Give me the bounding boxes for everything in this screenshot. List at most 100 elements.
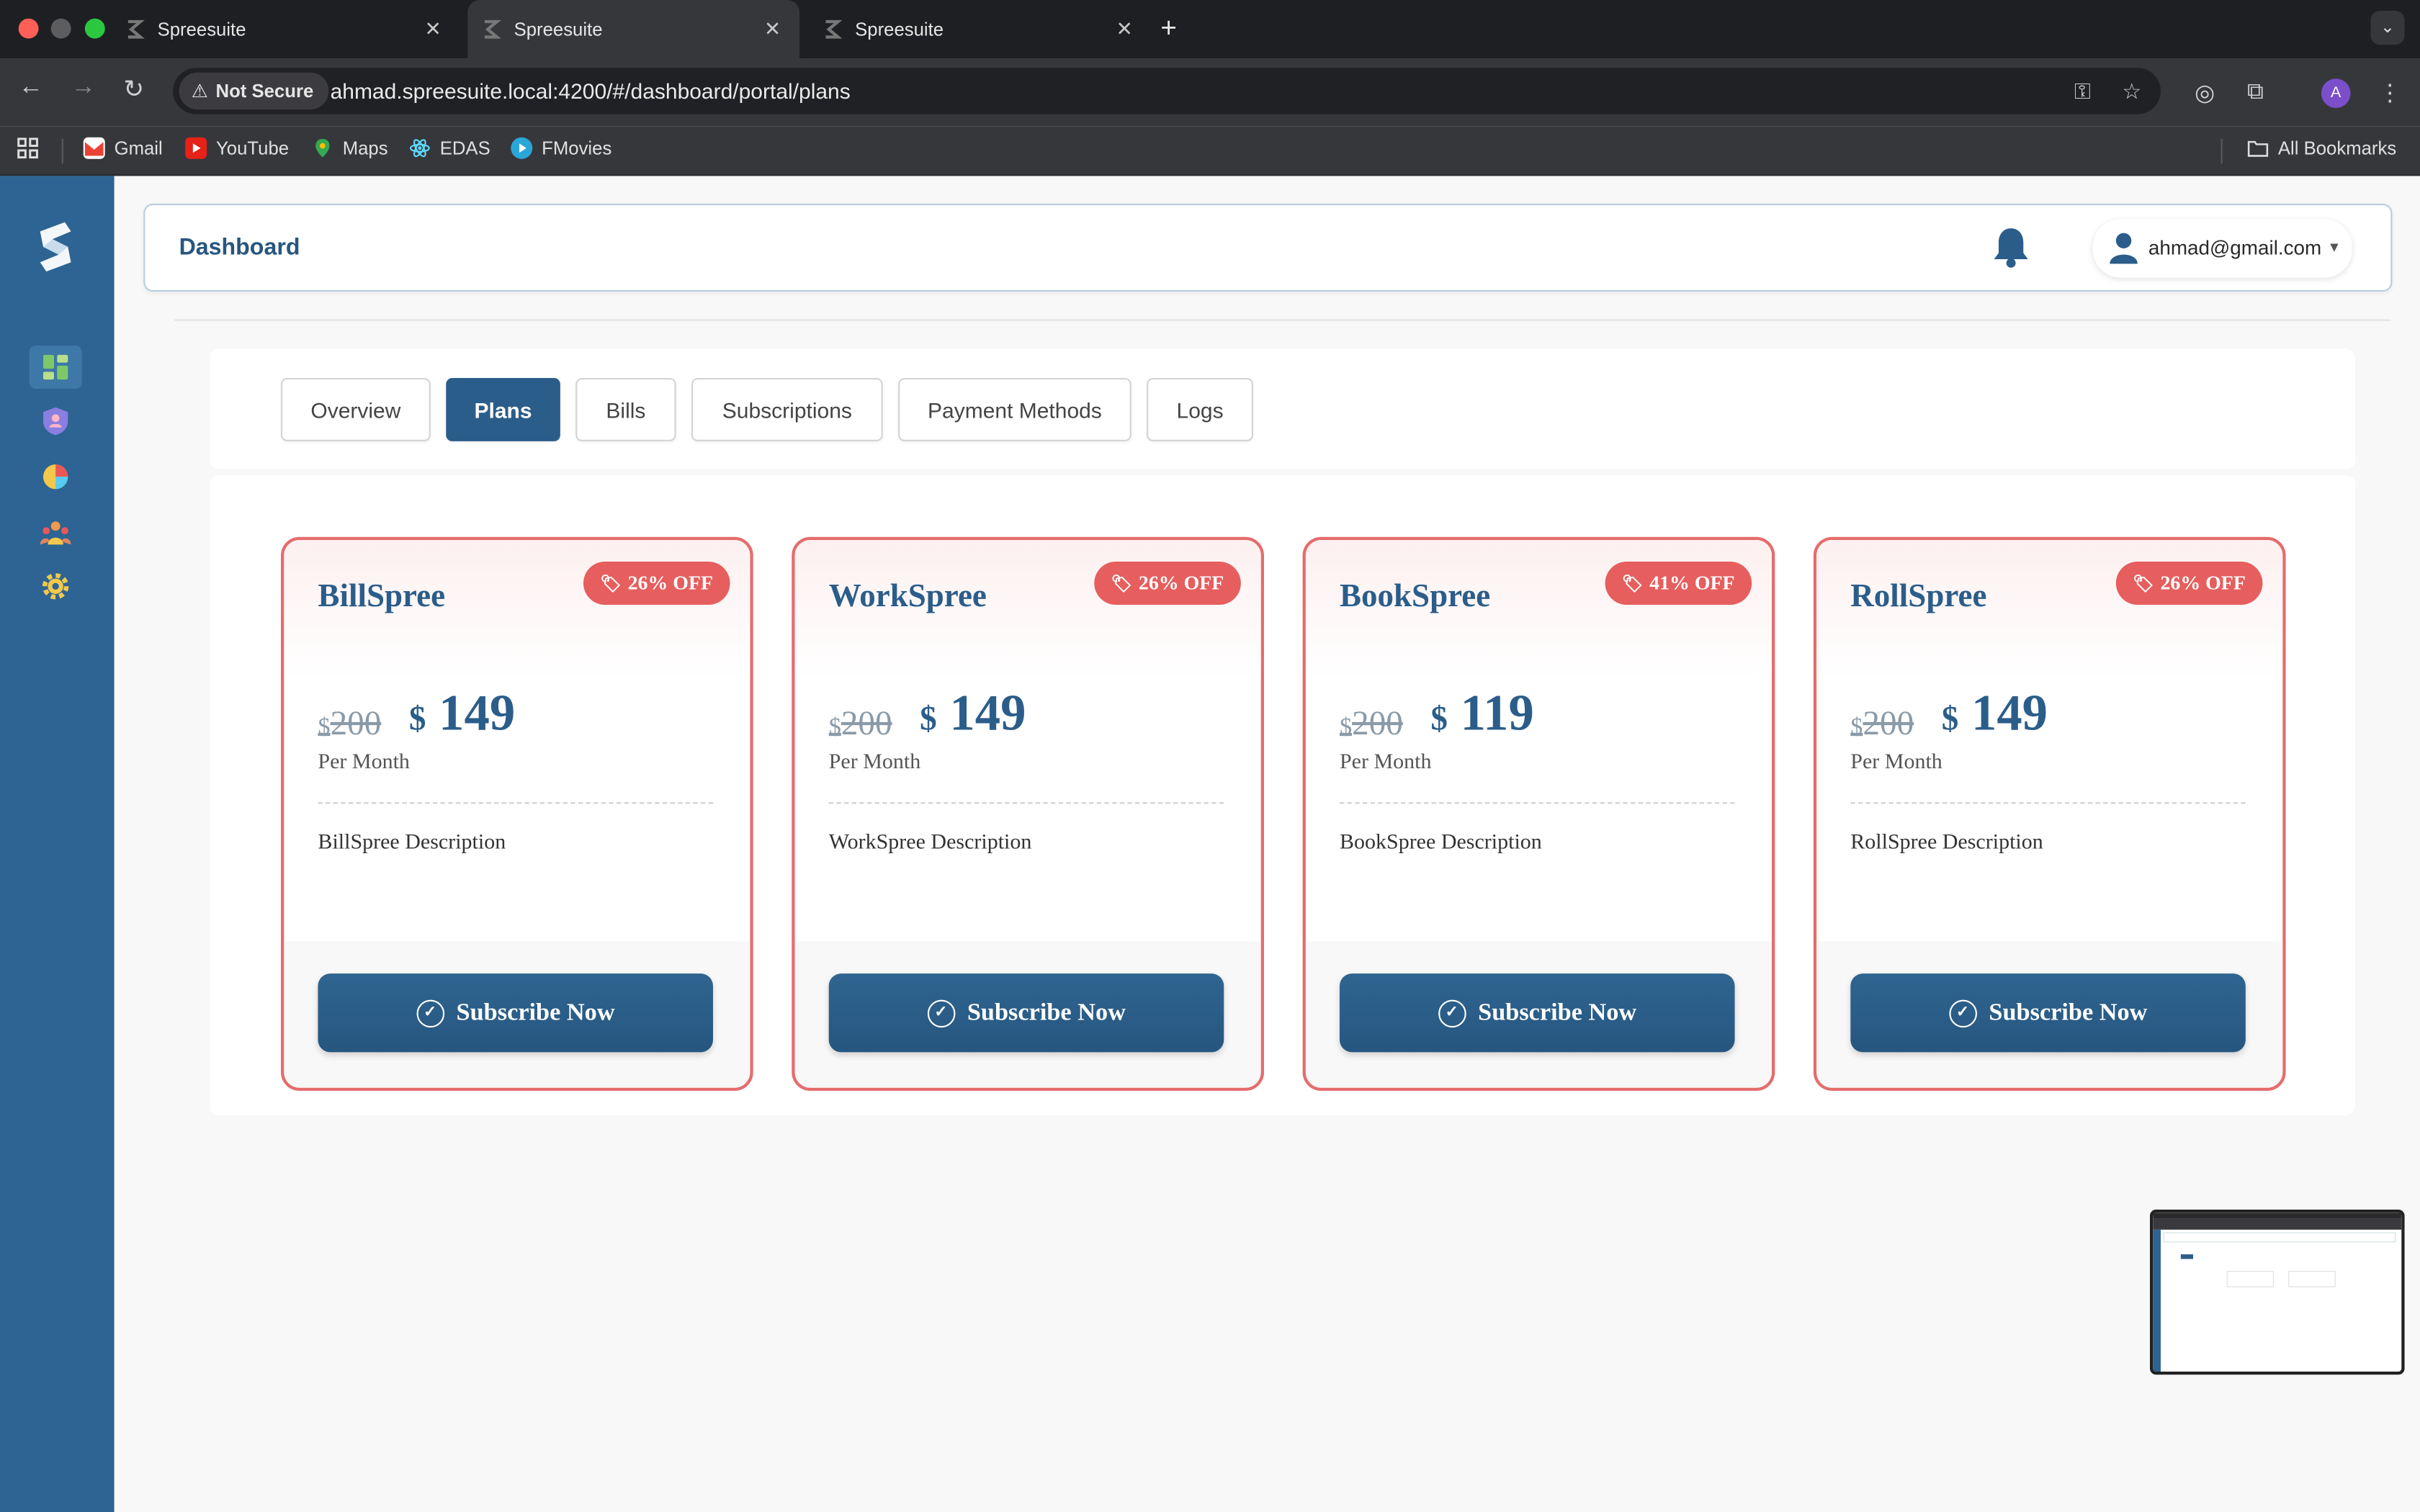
- close-tab-icon[interactable]: ✕: [424, 17, 441, 42]
- original-price-value: 200: [841, 703, 892, 742]
- discount-badge: 🏷 26% OFF: [1093, 562, 1241, 605]
- bookmark-label: YouTube: [216, 137, 290, 159]
- subscribe-label: Subscribe Now: [967, 999, 1126, 1025]
- currency-symbol: $: [1340, 714, 1353, 741]
- currency-symbol: $: [318, 714, 331, 741]
- forward-arrow-icon[interactable]: →: [71, 74, 96, 102]
- bookmark-youtube[interactable]: YouTube: [185, 137, 290, 159]
- url-text[interactable]: ahmad.spreesuite.local:4200/#/dashboard/…: [331, 78, 851, 103]
- close-window-button[interactable]: [18, 18, 39, 39]
- plans-panel: BillSpree 🏷 26% OFF $200 $ 149 Per Month …: [210, 475, 2356, 1116]
- maps-pin-icon: [312, 138, 333, 159]
- subscribe-button[interactable]: ✓ Subscribe Now: [828, 973, 1224, 1053]
- currency-symbol: $: [828, 714, 841, 741]
- warning-triangle-icon: ⚠: [191, 80, 208, 102]
- plan-description: BookSpree Description: [1340, 832, 1542, 855]
- price-value: 149: [1971, 686, 2048, 742]
- minimize-window-button[interactable]: [50, 18, 71, 39]
- currency-symbol: $: [408, 698, 426, 738]
- bookmark-gmail[interactable]: Gmail: [83, 137, 163, 159]
- gmail-icon: [83, 137, 105, 159]
- currency-symbol: $: [920, 698, 937, 738]
- plan-description: BillSpree Description: [318, 832, 506, 855]
- subscribe-label: Subscribe Now: [1989, 999, 2148, 1025]
- browser-tab-active[interactable]: Spreesuite ✕: [467, 0, 799, 59]
- card-divider: [1850, 802, 2246, 804]
- browser-tab-strip: Spreesuite ✕ Spreesuite ✕ Spreesuite ✕ +…: [0, 0, 2420, 59]
- discount-badge: 🏷 26% OFF: [583, 562, 730, 605]
- caret-down-icon: ▼: [2327, 239, 2341, 255]
- browser-menu-icon[interactable]: ⋮: [2378, 78, 2401, 106]
- tab-title: Spreesuite: [855, 18, 944, 40]
- new-tab-button[interactable]: +: [1160, 12, 1177, 45]
- close-tab-icon[interactable]: ✕: [764, 17, 781, 42]
- dashboard-icon[interactable]: [29, 346, 82, 389]
- bookmarks-bar: Gmail YouTube Maps EDAS FMovies All Book…: [0, 126, 2420, 176]
- tab-payment-methods[interactable]: Payment Methods: [898, 378, 1131, 441]
- pie-chart-icon[interactable]: [30, 455, 82, 498]
- all-bookmarks-folder[interactable]: All Bookmarks: [2247, 138, 2396, 159]
- back-arrow-icon[interactable]: ←: [19, 74, 43, 102]
- original-price: $200: [1340, 703, 1403, 744]
- tab-logs[interactable]: Logs: [1147, 378, 1253, 441]
- subscribe-label: Subscribe Now: [1478, 999, 1637, 1025]
- discount-text: 41% OFF: [1649, 570, 1735, 594]
- spreesuite-favicon: [821, 19, 843, 40]
- password-key-icon[interactable]: ⚿: [2074, 78, 2091, 104]
- tag-icon: 🏷: [600, 575, 622, 593]
- browser-tab[interactable]: Spreesuite ✕: [821, 0, 1152, 58]
- folder-icon: [2247, 138, 2269, 159]
- omnibox[interactable]: ⚠ Not Secure ahmad.spreesuite.local:4200…: [173, 68, 2161, 114]
- bookmark-fmovies[interactable]: FMovies: [511, 137, 612, 159]
- subscribe-button[interactable]: ✓ Subscribe Now: [1340, 973, 1735, 1053]
- currency-symbol: $: [1430, 698, 1448, 738]
- subscribe-button[interactable]: ✓ Subscribe Now: [1850, 973, 2246, 1053]
- bookmark-maps[interactable]: Maps: [312, 138, 388, 159]
- subscribe-button[interactable]: ✓ Subscribe Now: [318, 973, 713, 1053]
- user-email: ahmad@gmail.com: [2148, 235, 2322, 259]
- play-icon: [511, 137, 533, 159]
- price-value: 119: [1460, 686, 1534, 742]
- tab-title: Spreesuite: [514, 18, 603, 40]
- screenshot-preview-thumbnail[interactable]: [2150, 1210, 2405, 1375]
- subscribe-label: Subscribe Now: [456, 999, 615, 1025]
- bookmark-star-icon[interactable]: ☆: [2122, 78, 2141, 104]
- spreesuite-favicon: [123, 19, 145, 40]
- youtube-icon: [185, 137, 207, 159]
- tag-icon: 🏷: [2132, 575, 2154, 593]
- tab-bills[interactable]: Bills: [575, 378, 676, 441]
- close-tab-icon[interactable]: ✕: [1116, 17, 1132, 42]
- original-price-value: 200: [330, 703, 382, 742]
- extensions-puzzle-icon[interactable]: ⧉: [2247, 78, 2264, 104]
- page-title: Dashboard: [179, 234, 300, 261]
- original-price: $200: [829, 703, 892, 744]
- reload-icon[interactable]: ↻: [123, 74, 144, 105]
- plan-card: BookSpree 🏷 41% OFF $200 $ 119 Per Month …: [1302, 536, 1775, 1091]
- plan-name: WorkSpree: [828, 577, 987, 614]
- spreesuite-logo[interactable]: [34, 219, 77, 274]
- user-menu[interactable]: ahmad@gmail.com ▼: [2092, 219, 2352, 278]
- bookmark-label: FMovies: [542, 137, 612, 159]
- tab-subscriptions[interactable]: Subscriptions: [691, 378, 883, 441]
- header-divider: [174, 319, 2391, 321]
- extension-circle-icon[interactable]: ◎: [2195, 78, 2215, 106]
- billing-period: Per Month: [828, 751, 921, 775]
- card-divider: [318, 802, 713, 804]
- team-icon[interactable]: [30, 510, 82, 554]
- bookmark-edas[interactable]: EDAS: [409, 138, 490, 159]
- profile-avatar[interactable]: A: [2321, 78, 2351, 108]
- app-sidebar: [0, 176, 115, 1512]
- notification-bell-icon[interactable]: [1991, 225, 2031, 269]
- tab-plans[interactable]: Plans: [446, 378, 560, 441]
- currency-symbol: $: [1941, 698, 1959, 738]
- zoom-window-button[interactable]: [84, 18, 105, 39]
- shield-users-icon[interactable]: [30, 400, 82, 443]
- apps-grid-icon[interactable]: [17, 138, 39, 159]
- check-circle-icon: ✓: [1948, 999, 1977, 1027]
- browser-tab[interactable]: Spreesuite ✕: [123, 0, 460, 58]
- tab-overview[interactable]: Overview: [281, 378, 431, 441]
- original-price-value: 200: [1352, 703, 1403, 742]
- settings-gear-icon[interactable]: [30, 564, 82, 608]
- security-chip[interactable]: ⚠ Not Secure: [179, 72, 329, 110]
- tab-search-chevron-icon[interactable]: ⌄: [2370, 11, 2405, 45]
